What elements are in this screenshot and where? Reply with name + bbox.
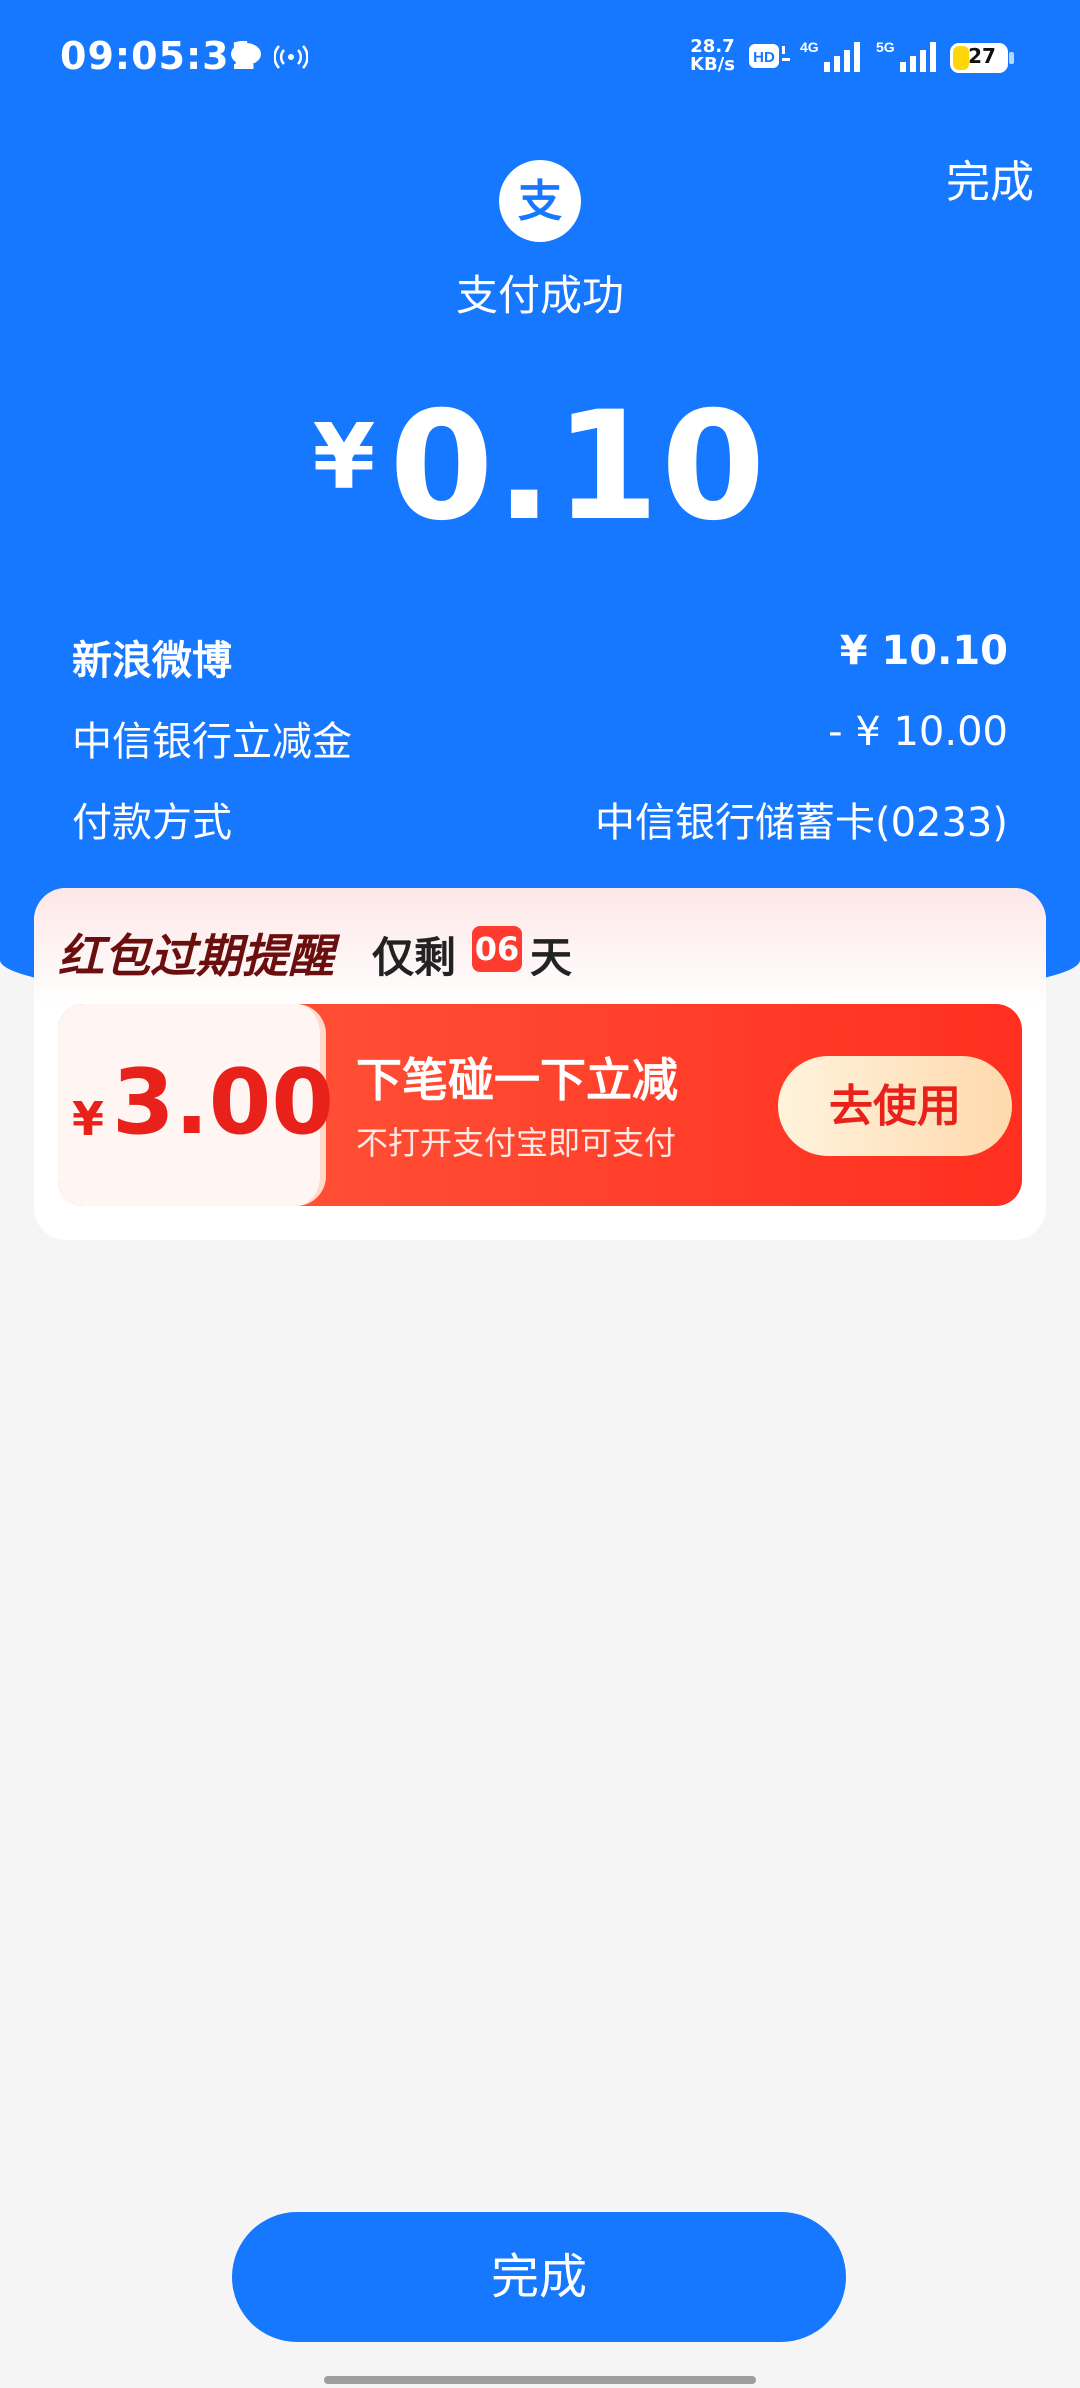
detail-row-merchant: 新浪微博 ¥ 10.10 xyxy=(72,628,1008,684)
chat-bubble-icon xyxy=(231,43,261,69)
detail-key: 付款方式 xyxy=(72,800,232,846)
coupon-title: 下笔碰一下立减 xyxy=(356,1053,678,1107)
red-packet-reminder-card: 红包过期提醒 仅剩 06 天 ¥ 3.00 下笔碰一下立减 不打开支付宝即可支付… xyxy=(34,888,1046,1240)
remaining-days-badge: 06 xyxy=(472,926,522,972)
detail-value: 中信银行储蓄卡(0233) xyxy=(594,800,1008,846)
hd-voice-icon: HD xyxy=(749,44,790,68)
svg-text:5G: 5G xyxy=(876,39,895,55)
detail-row-discount: 中信银行立减金 - ¥ 10.00 xyxy=(72,709,1008,765)
network-speed: 28.7 KB/s xyxy=(690,38,735,74)
broadcast-icon xyxy=(274,45,308,69)
coupon-card[interactable]: ¥ 3.00 下笔碰一下立减 不打开支付宝即可支付 去使用 xyxy=(58,1004,1022,1206)
coupon-value-panel: ¥ 3.00 xyxy=(58,1004,334,1206)
detail-row-payment-method: 付款方式 中信银行储蓄卡(0233) xyxy=(72,790,1008,846)
remaining-prefix: 仅剩 xyxy=(372,933,457,982)
detail-value: - ¥ 10.00 xyxy=(828,709,1008,755)
net-speed-unit: KB/s xyxy=(690,54,735,75)
amount-currency: ¥ xyxy=(312,405,376,510)
detail-value: ¥ 10.10 xyxy=(839,628,1008,674)
svg-text:4G: 4G xyxy=(800,39,819,55)
home-indicator[interactable] xyxy=(324,2376,756,2384)
top-done-button[interactable]: 完成 xyxy=(946,146,1034,210)
coupon-value: 3.00 xyxy=(112,1050,335,1155)
done-button[interactable]: 完成 xyxy=(232,2212,846,2342)
amount-value: 0.10 xyxy=(389,380,768,554)
remaining-days-unit: 天 xyxy=(530,933,573,982)
payment-amount: ¥0.10 xyxy=(0,380,1080,554)
detail-key: 新浪微博 xyxy=(72,638,232,684)
alipay-logo-icon: 支 xyxy=(499,160,581,242)
payment-status-title: 支付成功 xyxy=(455,271,624,320)
coupon-currency: ¥ xyxy=(72,1092,105,1146)
status-bar: 09:05:31 28.7 KB/s HD 4G 5G 27 xyxy=(0,0,1080,118)
detail-key: 中信银行立减金 xyxy=(72,719,352,765)
coupon-subtitle: 不打开支付宝即可支付 xyxy=(356,1124,677,1162)
signal-5g-icon: 5G xyxy=(876,39,936,72)
status-time: 09:05:31 xyxy=(60,34,258,78)
signal-4g-icon: 4G xyxy=(800,39,860,72)
svg-text:支: 支 xyxy=(518,176,562,227)
battery-level: 27 xyxy=(968,44,996,68)
svg-text:HD: HD xyxy=(753,49,775,66)
use-coupon-button[interactable]: 去使用 xyxy=(778,1056,1012,1156)
promo-title: 红包过期提醒 xyxy=(58,929,334,983)
